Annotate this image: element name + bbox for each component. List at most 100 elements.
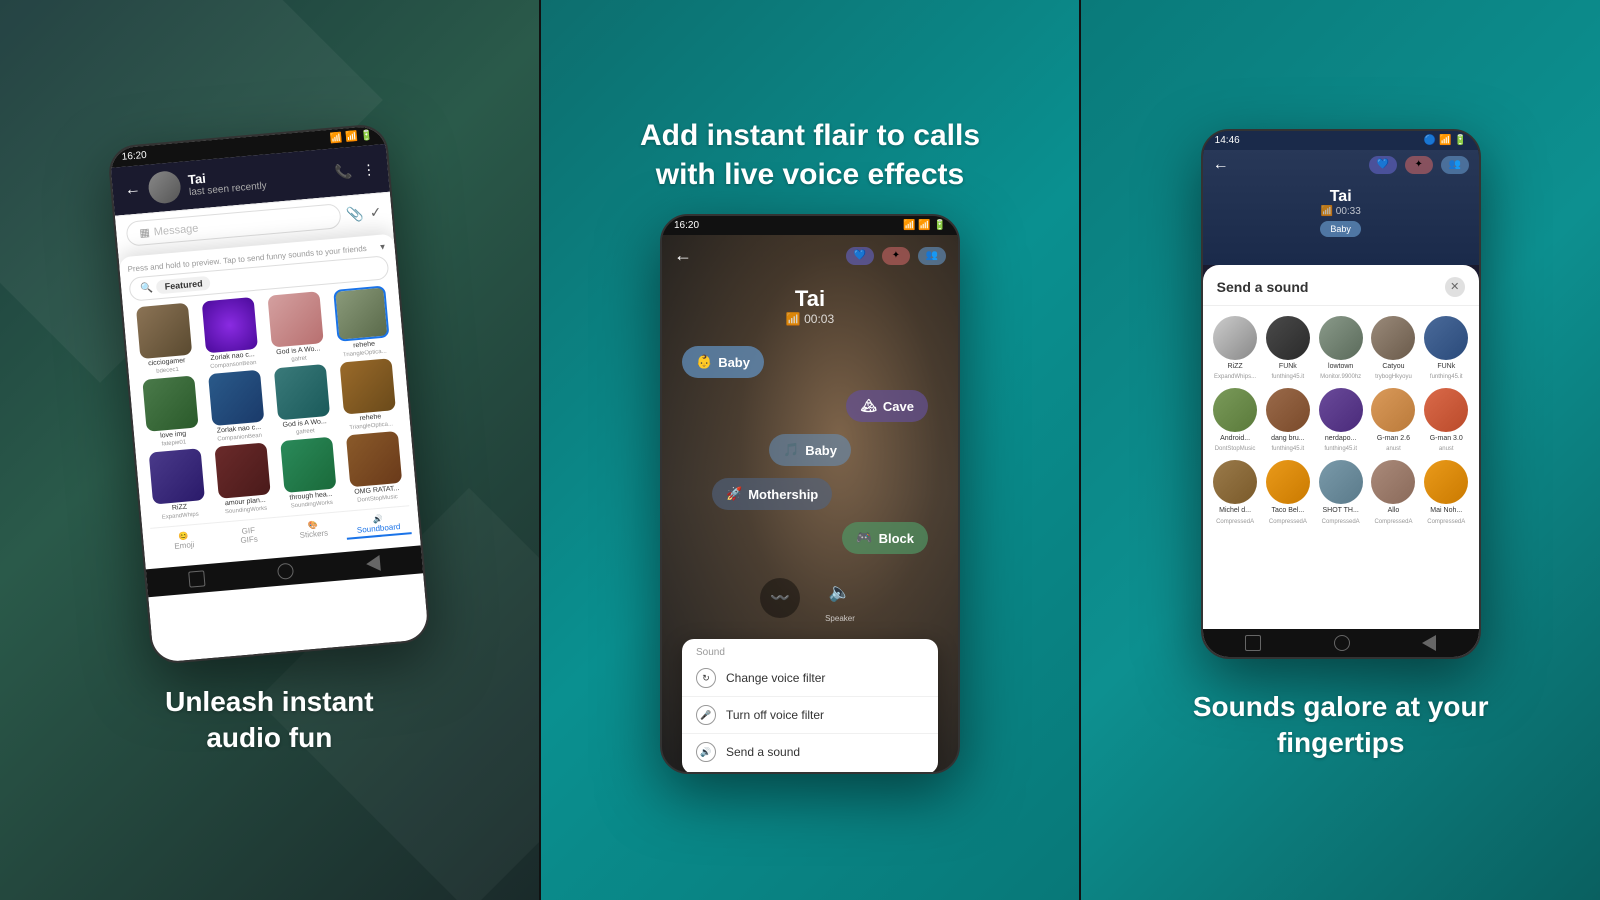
sound-grid-8[interactable]: nerdapo... funthing45.it [1318,388,1363,452]
collapse-arrow[interactable]: ▼ [379,242,388,252]
tab-gifs[interactable]: GIF GIFs [216,521,283,551]
sound-item-10[interactable]: amour plan... SoundingWorks [210,442,278,516]
sound-thumb-5 [143,375,199,431]
tab-stickers[interactable]: 🎨 Stickers [280,515,347,545]
change-filter-icon: ↻ [696,668,716,688]
tab-soundboard[interactable]: 🔊 Soundboard [345,510,412,540]
voice-bubbles: 👶 Baby 🏔 Cave 🎵 Baby 🚀 [662,336,958,564]
effect-cave[interactable]: 🏔 Cave [846,390,928,422]
waveform-btn[interactable]: 〰️ [760,578,800,618]
sound-grid-7[interactable]: dang bru... funthing45.it [1265,388,1310,452]
sound-avatar-11 [1213,460,1257,504]
sound-avatar-10 [1424,388,1468,432]
sound-avatar-13 [1319,460,1363,504]
sound-item-3[interactable]: God is A Wo... gafret [263,290,331,364]
nav-square[interactable] [189,570,206,587]
sound-thumb-6 [208,369,264,425]
sound-grid-4[interactable]: Catyou trybogHkyoyu [1371,316,1416,380]
sound-grid-10[interactable]: G-man 3.0 anust [1424,388,1469,452]
sound-grid-name-3: lowtown [1328,363,1353,371]
sound-item-9[interactable]: RiZZ ExpandWhips [144,447,212,521]
sound-item-11[interactable]: through hea... SoundingWorks [276,436,344,510]
star-icon-badge: ✦ [882,247,910,265]
sound-avatar-5 [1424,316,1468,360]
cave-icon: 🏔 [860,398,877,414]
heart-badge-3: 💙 [1369,156,1397,174]
sound-grid-sub-9: anust [1386,446,1401,452]
cave-label: Cave [883,399,914,414]
effect-baby-2[interactable]: 🎵 Baby [769,434,851,466]
call-status-bar: 16:20 📶 📶 🔋 [662,216,958,235]
sound-grid-6[interactable]: Android... DontStopMusic [1213,388,1258,452]
check-icon[interactable]: ✓ [369,203,382,221]
panel-1: 16:20 📶 📶 🔋 ← Tai last seen recently 📞 ⋮ [0,0,539,900]
sound-grid-12[interactable]: Taco Bel... CompressedA [1265,460,1310,524]
nav3-square[interactable] [1245,635,1261,651]
sound-item-7[interactable]: God is A Wo... gafreet [269,363,337,437]
menu-item-turn-off[interactable]: 🎤 Turn off voice filter [682,697,938,734]
status-time-1: 16:20 [122,149,148,162]
sound-grid-5[interactable]: FUNk funthing45.it [1424,316,1469,380]
speaker-label: Speaker [825,614,855,623]
panel-3: 14:46 🔵 📶 🔋 ← 💙 ✦ 👥 Tai 📶 [1081,0,1600,900]
sound-item-4[interactable]: rehehe TriangleOptica... [329,285,397,359]
nav-circle[interactable] [277,562,294,579]
sound-grid-sub-2: funthing45.it [1272,374,1305,380]
sound-grid-3[interactable]: lowtown Monitor.9900hz [1318,316,1363,380]
sound-thumb-10 [215,442,271,498]
speaker-btn[interactable]: 🔈 [820,572,860,612]
sound-grid-1[interactable]: RiZZ ExpandWhips... [1213,316,1258,380]
phone-icon-1[interactable]: 📞 [334,162,353,180]
mothership-icon: 🚀 [726,486,742,502]
block-label: Block [879,531,914,546]
sound-avatar-1 [1213,316,1257,360]
sound-grid-name-11: Michel d... [1219,507,1251,515]
panel-3-title: Sounds galore at your fingertips [1193,689,1489,762]
sound-grid-13[interactable]: SHOT TH... CompressedA [1318,460,1363,524]
sound-item-12[interactable]: OMG RATAT... DontStopMusic [341,430,409,504]
sheet-title: Send a sound [1217,279,1309,295]
nav3-circle[interactable] [1334,635,1350,651]
sound-grid-name-2: FUNk [1279,363,1297,371]
sound-item-6[interactable]: Zorlak nao c... CompanionBean [203,369,271,443]
people-icon-badge: 👥 [918,247,946,265]
sound-grid-14[interactable]: Allo CompressedA [1371,460,1416,524]
back-icon-3[interactable]: ← [1213,156,1229,174]
effect-baby-1[interactable]: 👶 Baby [682,346,764,378]
effect-mothership[interactable]: 🚀 Mothership [712,478,832,510]
phone-mockup-3: 14:46 🔵 📶 🔋 ← 💙 ✦ 👥 Tai 📶 [1201,129,1481,659]
panel-2: Add instant flair to calls with live voi… [541,0,1080,900]
menu-item-send-sound[interactable]: 🔊 Send a sound [682,734,938,770]
sound-grid-sub-14: CompressedA [1374,519,1412,525]
sound-avatar-14 [1371,460,1415,504]
tab-emoji[interactable]: 😊 Emoji [151,527,218,557]
nav3-triangle[interactable] [1422,635,1436,651]
menu-item-change-filter[interactable]: ↻ Change voice filter [682,660,938,697]
menu-icon-1[interactable]: ⋮ [361,160,376,178]
sound-item-5[interactable]: love img fatepie01 [138,375,206,449]
attach-icon[interactable]: 📎 [346,205,365,223]
featured-label[interactable]: Featured [156,275,211,294]
sound-grid-2[interactable]: FUNk funthing45.it [1265,316,1310,380]
sound-avatar-9 [1371,388,1415,432]
sheet-close-btn[interactable]: ✕ [1445,277,1465,297]
nav-triangle[interactable] [365,555,380,572]
sound-grid-15[interactable]: Mai Noh... CompressedA [1424,460,1469,524]
back-icon-1[interactable]: ← [124,180,142,199]
heart-icon-badge: 💙 [846,247,874,265]
call-area-3: Tai 📶 00:33 Baby [1203,180,1479,245]
effect-block[interactable]: 🎮 Block [842,522,928,554]
sound-thumb-4 [334,285,390,341]
sound-item-2[interactable]: Zoriak nao c... CompansonBean [197,296,265,370]
sound-grid-11[interactable]: Michel d... CompressedA [1213,460,1258,524]
sound-avatar-7 [1266,388,1310,432]
turn-off-label: Turn off voice filter [726,708,824,722]
call-duration: 📶 00:03 [672,312,948,326]
back-icon-2[interactable]: ← [674,245,692,266]
sound-grid-9[interactable]: G-man 2.6 anust [1371,388,1416,452]
call-contact-name: Tai [672,286,948,312]
sound-grid-sub-8: funthing45.it [1324,446,1357,452]
sound-item-1[interactable]: cicciogamer bdecec1 [131,302,199,376]
sound-grid-name-4: Catyou [1382,363,1404,371]
sound-item-8[interactable]: rehehe TriangleOptica... [335,357,403,431]
